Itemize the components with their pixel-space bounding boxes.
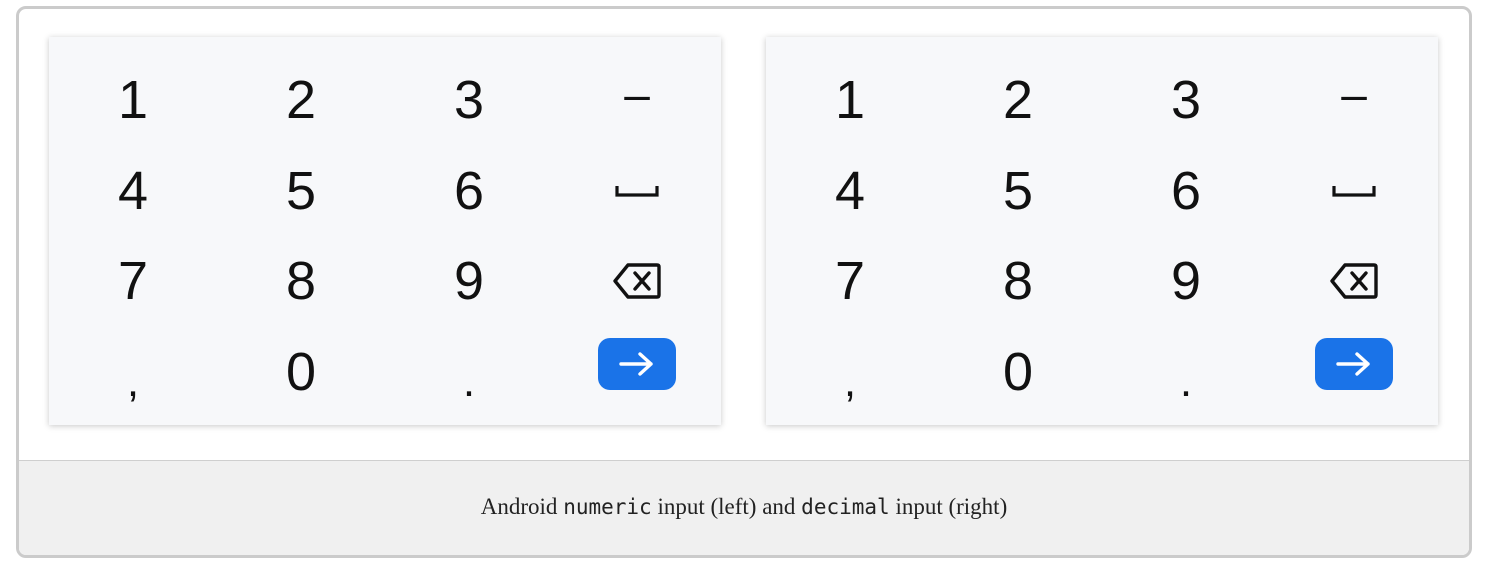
keyboard-stage: 1 2 3 – 4 5 6 7 8 9 , 0 . 1 2 3 – 4 5 6 …	[19, 9, 1469, 460]
caption-code-decimal: decimal	[801, 495, 890, 519]
enter-button[interactable]	[598, 337, 676, 390]
key-7[interactable]: 7	[766, 236, 934, 327]
key-enter[interactable]	[1270, 327, 1438, 418]
key-label: 5	[1002, 160, 1034, 221]
key-comma[interactable]: ,	[766, 327, 934, 418]
key-label: 4	[834, 160, 866, 221]
key-label: 8	[1002, 251, 1034, 312]
key-6[interactable]: 6	[1102, 146, 1270, 237]
key-label: 2	[285, 70, 317, 131]
key-8[interactable]: 8	[217, 236, 385, 327]
key-label: 0	[1002, 341, 1034, 402]
figure-caption: Android numeric input (left) and decimal…	[19, 460, 1469, 555]
key-9[interactable]: 9	[1102, 236, 1270, 327]
key-label: 8	[285, 251, 317, 312]
caption-code-numeric: numeric	[563, 495, 652, 519]
key-0[interactable]: 0	[217, 327, 385, 418]
key-label: ,	[126, 356, 140, 406]
key-label: 3	[1170, 70, 1202, 131]
key-6[interactable]: 6	[385, 146, 553, 237]
key-5[interactable]: 5	[934, 146, 1102, 237]
key-label: 6	[1170, 160, 1202, 221]
caption-suffix: input (right)	[889, 494, 1008, 519]
key-3[interactable]: 3	[1102, 55, 1270, 146]
key-2[interactable]: 2	[217, 55, 385, 146]
decimal-keyboard: 1 2 3 – 4 5 6 7 8 9 , 0 .	[766, 37, 1438, 425]
key-7[interactable]: 7	[49, 236, 217, 327]
key-2[interactable]: 2	[934, 55, 1102, 146]
key-label: 9	[453, 251, 485, 312]
key-label: 9	[1170, 251, 1202, 312]
arrow-right-icon	[619, 352, 653, 376]
key-period[interactable]: .	[1102, 327, 1270, 418]
key-label: .	[1179, 356, 1193, 406]
key-minus[interactable]: –	[1270, 55, 1438, 146]
key-label: 7	[117, 251, 149, 312]
key-4[interactable]: 4	[766, 146, 934, 237]
arrow-right-icon	[1336, 352, 1370, 376]
key-label: 4	[117, 160, 149, 221]
key-backspace[interactable]	[553, 236, 721, 327]
caption-prefix: Android	[480, 494, 564, 519]
key-1[interactable]: 1	[766, 55, 934, 146]
key-label: 1	[834, 70, 866, 131]
key-label: –	[624, 68, 650, 121]
key-space[interactable]	[553, 146, 721, 237]
backspace-icon	[613, 262, 661, 300]
key-label: 7	[834, 251, 866, 312]
key-label: 2	[1002, 70, 1034, 131]
space-bar-icon	[615, 184, 659, 198]
key-label: 5	[285, 160, 317, 221]
key-9[interactable]: 9	[385, 236, 553, 327]
key-backspace[interactable]	[1270, 236, 1438, 327]
figure: 1 2 3 – 4 5 6 7 8 9 , 0 . 1 2 3 – 4 5 6 …	[16, 6, 1472, 558]
key-8[interactable]: 8	[934, 236, 1102, 327]
key-label: 3	[453, 70, 485, 131]
numeric-keyboard: 1 2 3 – 4 5 6 7 8 9 , 0 .	[49, 37, 721, 425]
key-label: .	[462, 356, 476, 406]
backspace-icon	[1330, 262, 1378, 300]
space-bar-icon	[1332, 184, 1376, 198]
enter-button[interactable]	[1315, 337, 1393, 390]
caption-middle: input (left) and	[651, 494, 802, 519]
key-space[interactable]	[1270, 146, 1438, 237]
key-label: 0	[285, 341, 317, 402]
key-minus[interactable]: –	[553, 55, 721, 146]
key-label: 6	[453, 160, 485, 221]
key-comma[interactable]: ,	[49, 327, 217, 418]
key-label: ,	[843, 356, 857, 406]
key-enter[interactable]	[553, 327, 721, 418]
key-1[interactable]: 1	[49, 55, 217, 146]
key-period[interactable]: .	[385, 327, 553, 418]
key-0[interactable]: 0	[934, 327, 1102, 418]
key-label: 1	[117, 70, 149, 131]
key-label: –	[1341, 68, 1367, 121]
key-3[interactable]: 3	[385, 55, 553, 146]
key-4[interactable]: 4	[49, 146, 217, 237]
key-5[interactable]: 5	[217, 146, 385, 237]
